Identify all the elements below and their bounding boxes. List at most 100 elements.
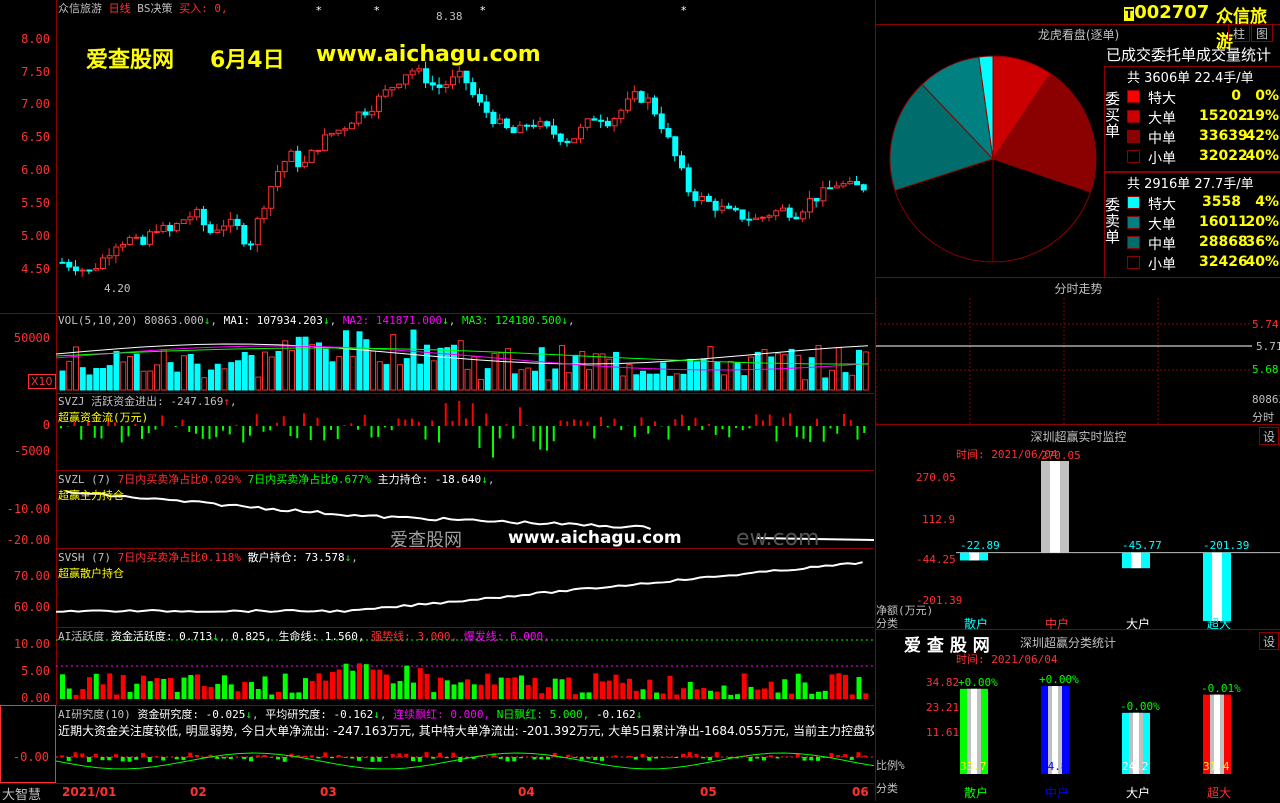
fund-flow-bar <box>573 419 575 426</box>
fund-flow-bar <box>850 420 852 426</box>
fund-flow-bar <box>296 426 298 438</box>
classify-settings-button[interactable]: 设 <box>1259 632 1279 650</box>
order-stat-row: 中单3363942% <box>1127 128 1277 148</box>
sell-total: 共 2916单 27.7手/单 <box>1127 173 1254 192</box>
buy-total: 共 3606单 22.4手/单 <box>1127 67 1254 86</box>
activity-bar <box>445 680 450 699</box>
candle-body <box>376 96 381 111</box>
research-bar <box>600 757 604 761</box>
research-bar <box>276 757 280 759</box>
fund-flow-bar <box>404 420 406 426</box>
activity-bar <box>830 674 835 699</box>
fund-flow-bar <box>452 421 454 426</box>
activity-bar <box>742 673 747 699</box>
volume-bar <box>398 365 403 390</box>
fund-flow-bar <box>377 426 379 437</box>
price-tick: 7.50 <box>21 65 50 79</box>
realtime-bar-highlight <box>1050 461 1060 553</box>
chart-mode[interactable]: 日线 <box>109 2 131 15</box>
svsh-position: 散户持仓: 73.578 <box>248 551 345 564</box>
fund-flow-bar <box>749 426 751 428</box>
activity-bar <box>796 674 801 699</box>
volume-bar <box>276 351 281 390</box>
fund-flow-bar <box>857 426 859 440</box>
activity-bar <box>762 688 767 699</box>
realtime-title: 深圳超赢实时监控 <box>876 428 1280 445</box>
legend-swatch <box>1127 90 1140 103</box>
volume-bar <box>222 369 227 390</box>
research-bar <box>371 757 375 762</box>
research-bar <box>614 755 618 757</box>
intraday-tick: 5.68 <box>1252 363 1279 376</box>
fund-flow-bar <box>701 426 703 430</box>
research-bar <box>222 757 226 759</box>
activity-bar <box>789 694 794 699</box>
row-count: 16011 <box>1199 214 1241 230</box>
column-button[interactable]: 柱 <box>1228 24 1250 42</box>
volume-bar <box>317 343 322 390</box>
row-pct: 4% <box>1243 194 1279 210</box>
realtime-tick: 270.05 <box>916 471 956 484</box>
research-bar <box>134 757 138 760</box>
activity-bar <box>681 688 686 699</box>
candle-body <box>713 201 718 210</box>
candle-body <box>531 125 536 126</box>
research-bar <box>269 757 273 758</box>
fund-flow-bar <box>614 419 616 426</box>
research-bar <box>303 756 307 757</box>
fund-flow-bar <box>688 426 690 430</box>
candle-body <box>134 237 139 238</box>
row-count: 28868 <box>1199 234 1241 250</box>
volume-bar <box>492 353 497 390</box>
candle-body <box>464 71 469 82</box>
intraday-unit: 分时 <box>1252 409 1274 425</box>
research-bar <box>337 755 341 757</box>
research-bar <box>418 757 422 762</box>
candle-body <box>727 206 732 208</box>
candle-body <box>605 121 610 125</box>
activity-bar <box>546 687 551 699</box>
candle-body <box>383 90 388 96</box>
ai-header: AI活跃度 资金活跃度: 0.713↓, 0.825, 生命线: 1.560, … <box>58 628 550 644</box>
row-name: 中单 <box>1148 237 1176 253</box>
volume-bar <box>742 376 747 390</box>
volume-bar <box>371 351 376 390</box>
activity-bar <box>735 694 740 699</box>
fund-flow-bar <box>269 426 271 430</box>
vol-tick: 50000 <box>14 331 50 345</box>
candle-body <box>336 130 341 133</box>
activity-bar <box>823 691 828 699</box>
research-bar <box>452 753 456 757</box>
candle-body <box>518 125 523 132</box>
intraday-panel[interactable]: 分时走势 5.74 5.71 5.68 80863 分时 <box>875 277 1280 424</box>
price-header: 众信旅游 日线 BS决策 买入: 0, <box>58 0 228 16</box>
research-bar <box>242 757 246 759</box>
candle-body <box>814 198 819 200</box>
research-bar <box>627 756 631 757</box>
candle-body <box>572 139 577 143</box>
fund-flow-bar <box>229 426 231 434</box>
research-bar <box>587 757 591 759</box>
realtime-settings-button[interactable]: 设 <box>1259 427 1279 445</box>
fund-flow-bar <box>222 426 224 431</box>
research-bar <box>141 753 145 757</box>
research-bar <box>377 757 381 762</box>
fund-flow-bar <box>830 426 832 428</box>
fund-flow-bar <box>668 426 670 440</box>
research-bar <box>317 757 321 758</box>
price-low-label: 4.20 <box>104 282 131 295</box>
research-bar <box>256 755 260 757</box>
volume-bar <box>74 347 79 390</box>
volume-bar <box>350 356 355 390</box>
chart-button[interactable]: 图 <box>1251 24 1273 42</box>
svzl-ratio-1: 7日内买卖净占比0.029% <box>118 473 241 486</box>
activity-bar <box>134 684 139 699</box>
candle-body <box>323 135 328 150</box>
candle-body <box>309 150 314 162</box>
research-bar <box>762 757 766 760</box>
svzj-tick: -5000 <box>14 444 50 458</box>
svzj-tick: 0 <box>43 418 50 432</box>
volume-bar <box>580 351 585 390</box>
fund-flow-bar <box>256 414 258 426</box>
activity-bar <box>485 674 490 699</box>
